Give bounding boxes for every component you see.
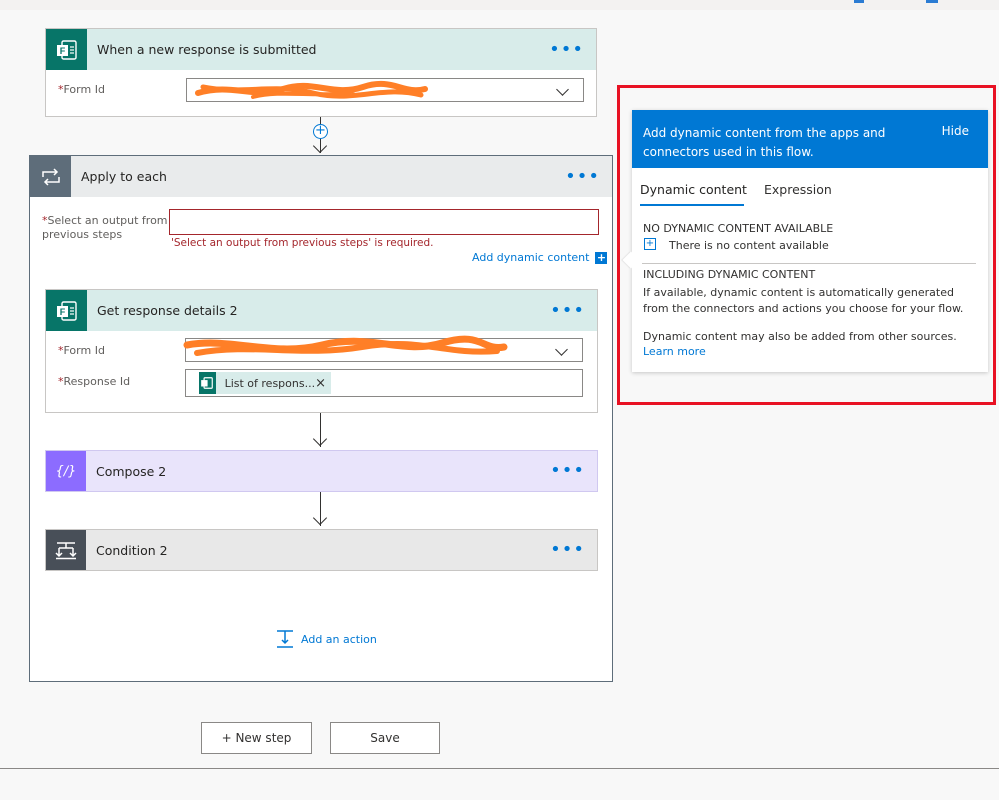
svg-text:F: F (59, 307, 65, 317)
arrow-down-icon (312, 138, 328, 154)
get-response-card: F Get response details 2 ••• *Form Id *R… (45, 289, 598, 413)
more-options-button[interactable]: ••• (550, 462, 585, 480)
redaction-scribble (195, 80, 428, 99)
arrow-down-icon (312, 510, 328, 526)
condition-icon (46, 530, 86, 570)
trigger-card: F When a new response is submitted ••• *… (45, 28, 597, 117)
form-id-label: *Form Id (58, 344, 105, 357)
condition-title: Condition 2 (96, 542, 168, 558)
insert-step-icon[interactable]: + (313, 124, 328, 139)
add-dynamic-content-icon: + (595, 250, 608, 264)
add-dynamic-content-link[interactable]: Add dynamic content + (472, 250, 608, 264)
condition-card[interactable]: Condition 2 ••• (45, 529, 598, 571)
form-id-dropdown[interactable] (183, 335, 583, 362)
dynamic-content-panel: Add dynamic content from the apps and co… (622, 110, 988, 372)
top-toolbar-icons[interactable] (854, 0, 944, 8)
arrow-down-icon (312, 431, 328, 447)
more-options-button[interactable]: ••• (550, 541, 585, 559)
divider (642, 263, 976, 264)
loop-icon (30, 156, 71, 197)
no-content-heading: NO DYNAMIC CONTENT AVAILABLE (643, 222, 834, 235)
more-options-button[interactable]: ••• (550, 301, 585, 319)
add-action-label: Add an action (301, 632, 377, 646)
validation-error: 'Select an output from previous steps' i… (171, 237, 434, 249)
select-output-input[interactable] (169, 209, 599, 235)
add-dynamic-content-label: Add dynamic content (472, 251, 590, 264)
top-bar (0, 0, 999, 10)
compose-title: Compose 2 (96, 463, 167, 479)
apply-to-each-title: Apply to each (81, 169, 167, 184)
condition-header[interactable]: Condition 2 ••• (46, 530, 597, 570)
apply-to-each-header[interactable]: Apply to each ••• (30, 156, 612, 197)
add-action-icon (277, 630, 293, 648)
svg-text:F: F (59, 46, 65, 56)
token-label: List of respons... (224, 376, 316, 390)
dynamic-token[interactable]: List of respons... × (199, 372, 331, 394)
trigger-title: When a new response is submitted (97, 42, 317, 57)
response-id-label: *Response Id (58, 375, 131, 388)
forms-icon: F (46, 290, 87, 331)
redaction-scribble (183, 335, 508, 356)
form-id-dropdown[interactable] (186, 78, 584, 102)
toolbar-icon[interactable] (926, 0, 938, 3)
forms-icon (199, 372, 216, 394)
apply-to-each-card: Apply to each ••• *Select an output from… (29, 155, 613, 682)
divider (0, 768, 999, 769)
trigger-card-header[interactable]: F When a new response is submitted ••• (46, 29, 596, 70)
save-button[interactable]: Save (330, 722, 440, 754)
form-id-label: *Form Id (58, 83, 105, 96)
dynamic-panel-header-text: Add dynamic content from the apps and co… (643, 126, 886, 159)
tab-dynamic-content[interactable]: Dynamic content (640, 182, 747, 197)
new-step-button[interactable]: + New step (201, 722, 312, 754)
more-options-button[interactable]: ••• (549, 40, 584, 58)
more-options-button[interactable]: ••• (565, 167, 600, 185)
compose-header[interactable]: {∕} Compose 2 ••• (46, 451, 597, 491)
other-sources-text: Dynamic content may also be added from o… (643, 330, 957, 343)
tab-expression[interactable]: Expression (764, 182, 832, 197)
remove-token-icon[interactable]: × (315, 376, 326, 391)
active-tab-indicator (640, 204, 744, 206)
including-heading: INCLUDING DYNAMIC CONTENT (643, 268, 816, 281)
compose-icon: {∕} (46, 451, 86, 491)
forms-icon: F (46, 29, 87, 70)
toolbar-icon[interactable] (854, 0, 864, 3)
select-output-label: *Select an output from previous steps (42, 214, 168, 241)
compose-card[interactable]: {∕} Compose 2 ••• (45, 450, 598, 492)
no-content-text: There is no content available (669, 239, 829, 252)
add-content-icon: + (644, 238, 656, 250)
hide-button[interactable]: Hide (942, 124, 969, 138)
get-response-title: Get response details 2 (97, 303, 238, 318)
get-response-header[interactable]: F Get response details 2 ••• (46, 290, 597, 331)
including-text: If available, dynamic content is automat… (643, 286, 964, 315)
dynamic-panel-header: Add dynamic content from the apps and co… (632, 110, 988, 168)
response-id-input[interactable]: List of respons... × (185, 369, 583, 397)
chevron-down-icon[interactable] (556, 83, 569, 96)
add-action-button[interactable]: Add an action (275, 629, 377, 649)
learn-more-link[interactable]: Learn more (643, 344, 706, 360)
chevron-down-icon[interactable] (555, 343, 568, 356)
